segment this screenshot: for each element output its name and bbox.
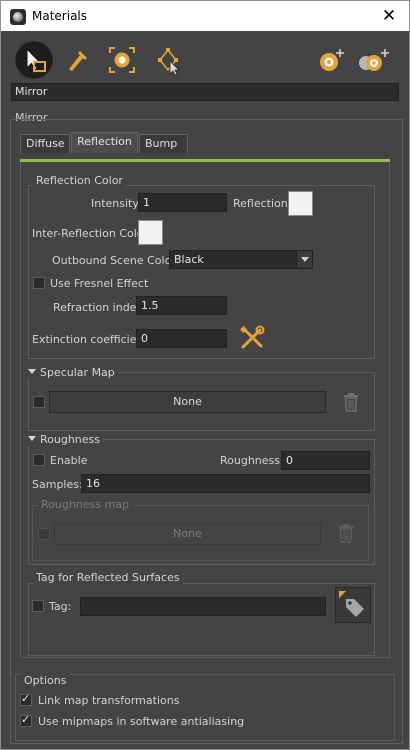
use-mipmaps-checkbox[interactable]: [20, 713, 32, 727]
extinction-coefficient-label: Extinction coefficient:: [32, 333, 152, 346]
tag-section-title: Tag for Reflected Surfaces: [33, 571, 183, 584]
app-icon: [10, 9, 26, 25]
eyedropper-icon: [69, 51, 87, 71]
tab-bump[interactable]: Bump: [139, 134, 188, 153]
duplicate-material-icon: [359, 49, 389, 71]
refraction-index-field[interactable]: 1.5: [136, 296, 227, 315]
roughness-value-label: Roughness:: [220, 454, 284, 467]
interreflection-color-swatch[interactable]: [138, 220, 163, 245]
roughness-map-title: Roughness map: [38, 498, 132, 511]
fresnel-checkbox[interactable]: [33, 277, 45, 289]
tag-checkbox[interactable]: [32, 600, 44, 612]
intensity-label: Intensity:: [91, 197, 142, 210]
roughness-enable-label: Enable: [50, 454, 88, 467]
window-title: Materials: [32, 9, 88, 23]
specular-map-button[interactable]: None: [49, 391, 326, 413]
title-bar: Materials ✕: [0, 0, 410, 31]
tag-frame: [28, 583, 375, 656]
use-mipmaps-label: Use mipmaps in software antialiasing: [38, 715, 245, 728]
tab-reflection[interactable]: Reflection: [71, 132, 138, 153]
chevron-down-icon: [296, 251, 312, 268]
add-material-icon: [320, 49, 344, 71]
samples-label: Samples:: [32, 478, 83, 491]
extinction-tools-button[interactable]: [238, 324, 266, 352]
tag-picker-button[interactable]: [335, 587, 371, 623]
tag-label: Tag:: [49, 600, 72, 613]
roughness-title-text: Roughness: [40, 433, 101, 446]
select-material-tool-button[interactable]: [15, 41, 53, 79]
roughness-enable-checkbox[interactable]: [33, 454, 45, 466]
close-button[interactable]: ✕: [378, 5, 400, 27]
tab-diffuse[interactable]: Diffuse: [20, 134, 70, 153]
roughness-title[interactable]: Roughness: [25, 433, 104, 446]
intensity-field[interactable]: 1: [138, 193, 227, 212]
specular-map-checkbox[interactable]: [33, 396, 45, 408]
wrench-screwdriver-icon: [239, 325, 265, 349]
refraction-index-label: Refraction index:: [53, 301, 147, 314]
new-material-button[interactable]: [315, 42, 351, 78]
frame-sphere-icon: [109, 47, 135, 73]
collapse-triangle-icon: [28, 436, 36, 441]
link-map-transformations-checkbox[interactable]: [20, 692, 32, 706]
collapse-triangle-icon: [28, 369, 36, 374]
specular-map-title-text: Specular Map: [40, 366, 115, 379]
materials-panel: Mirror Mirror Diffuse Reflection Bump Re…: [0, 31, 410, 750]
extinction-coefficient-field[interactable]: 0: [136, 329, 227, 348]
roughness-map-checkbox[interactable]: [38, 528, 50, 540]
reflection-label: Reflection:: [233, 197, 292, 210]
trash-icon: [344, 393, 358, 412]
roughness-value-field[interactable]: 0: [281, 451, 370, 470]
material-name-field[interactable]: Mirror: [11, 83, 399, 101]
link-map-transformations-label: Link map transformations: [38, 694, 180, 707]
duplicate-material-button[interactable]: [356, 42, 392, 78]
fresnel-label: Use Fresnel Effect: [50, 277, 149, 290]
options-title: Options: [21, 674, 70, 687]
outbound-scene-color-select[interactable]: Black: [169, 250, 313, 269]
pointer-icon: [26, 47, 46, 72]
tag-field[interactable]: [80, 597, 326, 616]
eyedropper-tool-button[interactable]: [59, 42, 95, 78]
node-select-icon: [158, 48, 180, 76]
outbound-scene-color-value: Black: [174, 253, 204, 266]
roughness-map-button[interactable]: None: [54, 523, 321, 545]
reflection-color-swatch[interactable]: [288, 191, 313, 216]
tag-icon: [339, 591, 364, 617]
reflection-color-title: Reflection Color: [33, 174, 126, 187]
options-frame: [15, 674, 395, 741]
outbound-scene-color-label: Outbound Scene Color:: [52, 254, 180, 267]
interreflection-label: Inter-Reflection Color:: [32, 227, 152, 240]
select-objects-button[interactable]: [150, 42, 186, 78]
roughness-map-delete-button[interactable]: [337, 523, 355, 543]
pick-from-scene-button[interactable]: [104, 42, 140, 78]
specular-map-delete-button[interactable]: [342, 392, 360, 412]
trash-icon: [339, 524, 353, 543]
specular-map-title[interactable]: Specular Map: [25, 366, 118, 379]
samples-field[interactable]: 16: [81, 474, 370, 493]
